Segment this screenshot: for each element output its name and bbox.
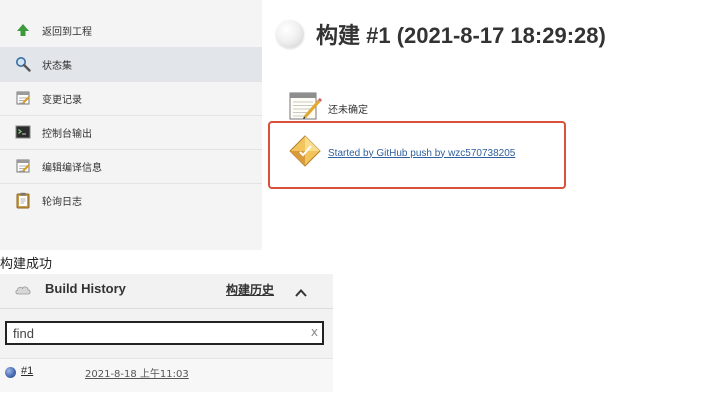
sidebar-item-changes[interactable]: 变更记录: [0, 81, 262, 115]
blue-ball-icon: [5, 367, 16, 378]
sidebar-item-label: 状态集: [42, 60, 72, 72]
weather-cloud-icon: [14, 282, 32, 301]
arrow-up-icon: [14, 21, 32, 39]
build-date-link[interactable]: 2021-8-18 上午11:03: [85, 365, 189, 380]
chevron-up-icon[interactable]: [294, 284, 308, 297]
sidebar-item-status[interactable]: 状态集: [0, 47, 262, 81]
build-search-input[interactable]: [13, 325, 303, 341]
sidebar-item-back-to-project[interactable]: 返回到工程: [0, 13, 262, 47]
sidebar-item-label: 变更记录: [42, 94, 82, 106]
terminal-icon: [14, 123, 32, 141]
notepad-edit-icon: [14, 157, 32, 175]
build-history-widget: Build History 构建历史 x #1 2021-8-18 上午11:0…: [0, 274, 333, 392]
build-main-panel: 构建 #1 (2021-8-17 18:29:28) 还未确定 Started …: [262, 0, 718, 250]
build-history-header: Build History 构建历史: [0, 274, 333, 306]
clipboard-icon: [14, 191, 32, 209]
notepad-icon: [14, 89, 32, 107]
sidebar-item-polling-log[interactable]: 轮询日志: [0, 183, 262, 217]
clear-icon[interactable]: x: [311, 325, 318, 339]
sidebar: 返回到工程 状态集 变更记录 控制台输出 编辑编译信息 轮询日志: [0, 0, 262, 250]
build-trend-link[interactable]: 构建历史: [226, 281, 274, 298]
sidebar-item-label: 编辑编译信息: [42, 162, 102, 174]
build-heading: 构建 #1 (2021-8-17 18:29:28): [276, 18, 606, 50]
table-row: #1 2021-8-18 上午11:03: [0, 358, 333, 392]
build-number-link[interactable]: #1: [21, 365, 33, 377]
build-page: 返回到工程 状态集 变更记录 控制台输出 编辑编译信息 轮询日志 构建 #1 (…: [0, 0, 718, 250]
sidebar-item-label: 返回到工程: [42, 26, 92, 38]
page-title: 构建 #1 (2021-8-17 18:29:28): [316, 23, 606, 48]
grey-ball-icon: [276, 20, 304, 48]
sidebar-item-console-output[interactable]: 控制台输出: [0, 115, 262, 149]
diamond-cause-icon: [288, 134, 322, 172]
build-search-box: x: [5, 321, 324, 345]
sidebar-item-label: 控制台输出: [42, 128, 92, 140]
build-history-title: Build History: [45, 281, 126, 296]
build-history-divider: [0, 308, 333, 309]
magnifier-icon: [14, 55, 32, 73]
sidebar-item-edit-build-info[interactable]: 编辑编译信息: [0, 149, 262, 183]
caption-text: 构建成功: [0, 257, 53, 272]
sidebar-item-label: 轮询日志: [42, 196, 82, 208]
build-description: 还未确定: [328, 104, 368, 116]
build-cause: Started by GitHub push by wzc570738205: [288, 134, 515, 172]
build-cause-link[interactable]: Started by GitHub push by wzc570738205: [328, 148, 515, 159]
